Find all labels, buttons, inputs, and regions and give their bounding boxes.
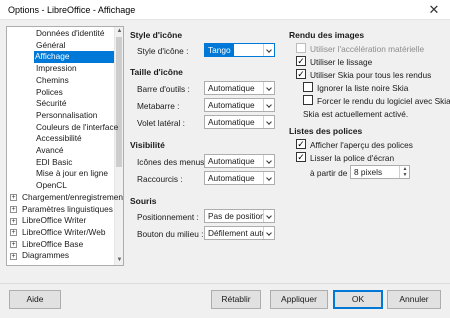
- chevron-down-icon[interactable]: [263, 227, 274, 239]
- font-smooth-checkbox[interactable]: ✓: [296, 152, 306, 162]
- force-software-checkbox[interactable]: [303, 95, 313, 105]
- scrollbar-thumb[interactable]: [116, 37, 122, 167]
- chevron-down-icon[interactable]: [263, 172, 274, 184]
- tree-expand-icon[interactable]: +: [10, 229, 17, 237]
- skia-label: Utiliser Skia pour tous les rendus: [310, 70, 432, 80]
- tree-expand-icon[interactable]: +: [10, 194, 17, 202]
- menu-icons-label: Icônes des menus :: [137, 157, 209, 167]
- options-category-tree[interactable]: ▲ ▼ Données d'identité Général Affichage Im…: [6, 26, 124, 266]
- icon-style-value: Tango: [205, 44, 234, 56]
- toolbar-icon-size-select[interactable]: Automatique: [204, 81, 275, 95]
- icon-size-heading: Taille d'icône: [130, 67, 183, 77]
- shortcuts-select[interactable]: Automatique: [204, 171, 275, 185]
- chevron-down-icon[interactable]: [263, 99, 274, 111]
- font-smooth-pixels-spinner[interactable]: 8 pixels ▲ ▼: [350, 165, 410, 179]
- side-panel-icon-size-select[interactable]: Automatique: [204, 115, 275, 129]
- ignore-denylist-checkbox[interactable]: [303, 82, 313, 92]
- positioning-select[interactable]: Pas de positionn: [204, 209, 275, 223]
- side-panel-icon-size-value: Automatique: [208, 117, 255, 127]
- mouse-heading: Souris: [130, 196, 157, 206]
- ok-button[interactable]: OK: [333, 290, 383, 309]
- antialias-checkbox[interactable]: ✓: [296, 56, 306, 66]
- tree-item[interactable]: Affichage: [34, 51, 114, 64]
- sidebar-icon-size-value: Automatique: [208, 100, 255, 110]
- tree-item[interactable]: Sécurité: [35, 98, 68, 110]
- sidebar-icon-size-select[interactable]: Automatique: [204, 98, 275, 112]
- font-smooth-from-label: à partir de :: [310, 168, 352, 178]
- hw-accel-checkbox[interactable]: [296, 43, 306, 53]
- reset-button[interactable]: Rétablir: [211, 290, 261, 309]
- middle-button-value: Défilement autor: [208, 228, 269, 238]
- positioning-label: Positionnement :: [137, 212, 199, 222]
- font-smooth-pixels-value: 8 pixels: [354, 167, 383, 177]
- middle-button-select[interactable]: Défilement autor: [204, 226, 275, 240]
- chevron-down-icon[interactable]: [263, 155, 274, 167]
- ignore-denylist-label: Ignorer la liste noire Skia: [317, 83, 409, 93]
- menu-icons-select[interactable]: Automatique: [204, 154, 275, 168]
- tree-item[interactable]: OpenCL: [35, 180, 69, 192]
- tree-item[interactable]: Avancé: [35, 145, 66, 157]
- close-icon[interactable]: ✕: [418, 0, 450, 20]
- tree-item[interactable]: Personnalisation: [35, 110, 99, 122]
- scroll-up-icon[interactable]: ▲: [115, 27, 123, 36]
- icon-style-select[interactable]: Tango: [204, 43, 275, 57]
- font-lists-heading: Listes des polices: [289, 126, 363, 136]
- tree-item[interactable]: Couleurs de l'interface: [35, 122, 120, 134]
- tree-item[interactable]: Accessibilité: [35, 133, 84, 145]
- visibility-heading: Visibilité: [130, 140, 165, 150]
- font-preview-checkbox[interactable]: ✓: [296, 139, 306, 149]
- tree-item[interactable]: Général: [35, 40, 68, 52]
- graphics-output-heading: Rendu des images: [289, 30, 365, 40]
- force-software-label: Forcer le rendu du logiciel avec Skia: [317, 96, 450, 106]
- menu-icons-value: Automatique: [208, 156, 255, 166]
- font-smooth-label: Lisser la police d'écran: [310, 153, 395, 163]
- window-title: Options - LibreOffice - Affichage: [8, 5, 136, 15]
- side-panel-icon-size-label: Volet latéral :: [137, 118, 185, 128]
- scroll-down-icon[interactable]: ▼: [115, 256, 123, 265]
- tree-item[interactable]: Données d'identité: [35, 28, 106, 40]
- font-preview-label: Afficher l'aperçu des polices: [310, 140, 413, 150]
- chevron-down-icon[interactable]: [263, 116, 274, 128]
- tree-expand-icon[interactable]: +: [10, 217, 17, 225]
- apply-button[interactable]: Appliquer: [270, 290, 328, 309]
- skia-checkbox[interactable]: ✓: [296, 69, 306, 79]
- tree-expand-icon[interactable]: +: [10, 206, 17, 213]
- chevron-down-icon[interactable]: [263, 82, 274, 94]
- button-bar-divider: [0, 283, 450, 284]
- tree-item[interactable]: Mise à jour en ligne: [35, 168, 110, 180]
- spin-down-icon[interactable]: ▼: [400, 172, 410, 178]
- tree-expand-icon[interactable]: +: [10, 252, 17, 260]
- toolbar-icon-size-value: Automatique: [208, 83, 255, 93]
- chevron-down-icon[interactable]: [263, 44, 274, 56]
- chevron-down-icon[interactable]: [263, 210, 274, 222]
- icon-style-heading: Style d'icône: [130, 30, 183, 40]
- shortcuts-label: Raccourcis :: [137, 174, 183, 184]
- tree-item[interactable]: Paramètres linguistiques: [21, 204, 113, 216]
- tree-item[interactable]: EDI Basic: [35, 157, 74, 169]
- tree-item[interactable]: LibreOffice Base: [21, 239, 83, 251]
- toolbar-icon-size-label: Barre d'outils :: [137, 84, 190, 94]
- positioning-value: Pas de positionn: [208, 211, 270, 221]
- icon-style-label: Style d'icône :: [137, 46, 189, 56]
- antialias-label: Utiliser le lissage: [310, 57, 373, 67]
- tree-item[interactable]: Impression: [35, 63, 79, 75]
- tree-item[interactable]: Diagrammes: [21, 250, 69, 262]
- middle-button-label: Bouton du milieu :: [137, 229, 204, 239]
- tree-item[interactable]: Polices: [35, 87, 65, 99]
- tree-scrollbar[interactable]: ▲ ▼: [114, 27, 123, 265]
- skia-status-text: Skia est actuellement activé.: [303, 109, 409, 119]
- title-bar: Options - LibreOffice - Affichage ✕: [0, 0, 450, 20]
- shortcuts-value: Automatique: [208, 173, 255, 183]
- sidebar-icon-size-label: Metabarre :: [137, 101, 180, 111]
- help-button[interactable]: Aide: [9, 290, 61, 309]
- hw-accel-label: Utiliser l'accélération matérielle: [310, 44, 425, 54]
- tree-item[interactable]: LibreOffice Writer: [21, 215, 86, 227]
- cancel-button[interactable]: Annuler: [387, 290, 441, 309]
- tree-item[interactable]: Chargement/enregistrement: [21, 192, 123, 204]
- tree-expand-icon[interactable]: +: [10, 241, 17, 249]
- tree-item[interactable]: LibreOffice Writer/Web: [21, 227, 105, 239]
- tree-item[interactable]: Chemins: [35, 75, 71, 87]
